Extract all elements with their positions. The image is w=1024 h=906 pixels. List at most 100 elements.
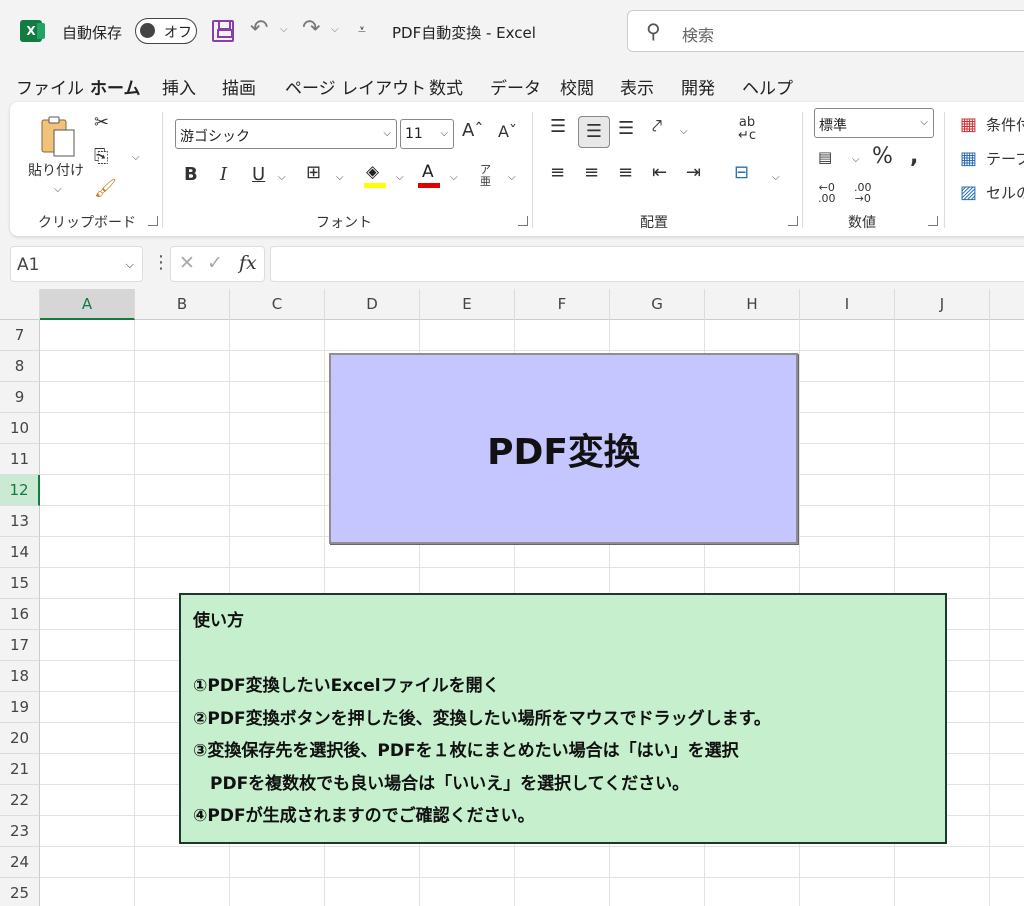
merge-center-icon[interactable]: ⊟ — [734, 162, 749, 183]
formula-input[interactable] — [270, 246, 1024, 282]
format-as-table-icon[interactable]: ▦ — [960, 148, 977, 169]
undo-dropdown-icon[interactable]: ⌵ — [280, 24, 288, 35]
number-launcher-icon[interactable] — [928, 216, 938, 226]
tab-draw[interactable]: 描画 — [222, 74, 256, 99]
bold-button[interactable]: B — [184, 164, 198, 185]
tab-insert[interactable]: 挿入 — [162, 74, 196, 99]
paste-button[interactable]: 貼り付け — [28, 160, 84, 180]
comma-style-icon[interactable]: , — [910, 144, 918, 169]
align-middle-icon[interactable]: ☰ — [578, 116, 610, 148]
paste-dropdown-icon[interactable]: ⌵ — [54, 184, 62, 195]
borders-icon[interactable]: ⊞ — [306, 162, 321, 183]
underline-button[interactable]: U — [252, 164, 265, 185]
tab-file[interactable]: ファイル — [16, 74, 84, 99]
fill-color-icon[interactable]: ◈ — [364, 162, 388, 188]
font-color-dropdown-icon[interactable]: ⌵ — [450, 172, 458, 183]
row-header[interactable]: 20 — [0, 723, 40, 754]
borders-dropdown-icon[interactable]: ⌵ — [336, 172, 344, 183]
cancel-icon[interactable]: ✕ — [179, 252, 195, 274]
column-header-c[interactable]: C — [230, 289, 325, 320]
decrease-decimal-icon[interactable]: .00 →0 — [854, 182, 872, 204]
increase-indent-icon[interactable]: ⇥ — [686, 162, 701, 183]
paste-icon[interactable] — [38, 114, 78, 158]
undo-icon[interactable]: ↶ — [250, 16, 268, 41]
redo-dropdown-icon[interactable]: ⌵ — [331, 24, 339, 35]
row-header[interactable]: 8 — [0, 351, 40, 382]
row-header[interactable]: 19 — [0, 692, 40, 723]
customize-qat-icon[interactable]: ⩡ — [358, 22, 366, 38]
row-header[interactable]: 10 — [0, 413, 40, 444]
format-as-table-button[interactable]: テーブ — [986, 148, 1024, 169]
font-launcher-icon[interactable] — [518, 216, 528, 226]
align-right-icon[interactable]: ≡ — [618, 162, 633, 183]
column-header-k[interactable] — [990, 289, 1024, 320]
align-center-icon[interactable]: ≡ — [584, 162, 599, 183]
column-header-i[interactable]: I — [800, 289, 895, 320]
cell-styles-icon[interactable]: ▨ — [960, 182, 977, 203]
row-header[interactable]: 13 — [0, 506, 40, 537]
phonetic-dropdown-icon[interactable]: ⌵ — [508, 172, 516, 183]
merge-dropdown-icon[interactable]: ⌵ — [772, 172, 780, 183]
decrease-indent-icon[interactable]: ⇤ — [652, 162, 667, 183]
increase-decimal-icon[interactable]: ←0.00 — [818, 182, 836, 204]
increase-font-size-icon[interactable]: Aˆ — [462, 120, 483, 141]
row-header[interactable]: 22 — [0, 785, 40, 816]
tab-formulas[interactable]: 数式 — [429, 74, 463, 99]
column-header-f[interactable]: F — [515, 289, 610, 320]
column-header-a[interactable]: A — [40, 289, 135, 320]
name-box[interactable]: A1 ⌵ — [10, 246, 143, 282]
cut-icon[interactable]: ✂ — [94, 112, 109, 133]
row-header[interactable]: 23 — [0, 816, 40, 847]
column-header-e[interactable]: E — [420, 289, 515, 320]
row-header[interactable]: 21 — [0, 754, 40, 785]
italic-button[interactable]: I — [220, 164, 227, 185]
row-header[interactable]: 9 — [0, 382, 40, 413]
tab-view[interactable]: 表示 — [620, 74, 654, 99]
column-header-h[interactable]: H — [705, 289, 800, 320]
underline-dropdown-icon[interactable]: ⌵ — [278, 172, 286, 183]
row-header[interactable]: 25 — [0, 878, 40, 906]
column-header-j[interactable]: J — [895, 289, 990, 320]
wrap-text-icon[interactable]: ab ↵c — [738, 116, 756, 142]
column-header-b[interactable]: B — [135, 289, 230, 320]
accounting-dropdown-icon[interactable]: ⌵ — [852, 154, 860, 165]
row-header[interactable]: 7 — [0, 320, 40, 351]
save-icon[interactable] — [212, 20, 234, 42]
row-header[interactable]: 14 — [0, 537, 40, 568]
cell-styles-button[interactable]: セルの — [986, 182, 1024, 203]
conditional-formatting-icon[interactable]: ▦ — [960, 114, 977, 135]
conditional-formatting-button[interactable]: 条件付 — [986, 114, 1024, 135]
row-header[interactable]: 11 — [0, 444, 40, 475]
more-options-icon[interactable]: ⋮ — [152, 252, 170, 273]
font-size-select[interactable]: 11 ⌵ — [400, 119, 454, 149]
row-header[interactable]: 18 — [0, 661, 40, 692]
autosave-toggle[interactable]: オフ — [135, 18, 197, 44]
fill-color-dropdown-icon[interactable]: ⌵ — [396, 172, 404, 183]
insert-function-icon[interactable]: fx — [239, 252, 257, 274]
row-header[interactable]: 24 — [0, 847, 40, 878]
column-header-d[interactable]: D — [325, 289, 420, 320]
select-all-corner[interactable] — [0, 289, 40, 320]
copy-dropdown-icon[interactable]: ⌵ — [132, 152, 140, 163]
align-left-icon[interactable]: ≡ — [550, 162, 565, 183]
align-top-icon[interactable]: ☰ — [550, 116, 566, 137]
tab-review[interactable]: 校閲 — [560, 74, 594, 99]
pdf-convert-button[interactable]: PDF変換 — [329, 353, 798, 544]
clipboard-launcher-icon[interactable] — [148, 216, 158, 226]
column-header-g[interactable]: G — [610, 289, 705, 320]
accounting-format-icon[interactable]: ▤ — [818, 148, 832, 166]
tab-developer[interactable]: 開発 — [681, 74, 715, 99]
tab-page-layout[interactable]: ページ レイアウト — [285, 74, 426, 99]
format-painter-icon[interactable]: 🖌 — [94, 178, 117, 199]
enter-icon[interactable]: ✓ — [207, 252, 223, 274]
row-header[interactable]: 17 — [0, 630, 40, 661]
font-name-select[interactable]: 游ゴシック ⌵ — [175, 119, 397, 149]
row-header[interactable]: 12 — [0, 475, 40, 506]
decrease-font-size-icon[interactable]: Aˇ — [498, 122, 517, 141]
align-bottom-icon[interactable]: ☰ — [618, 118, 634, 139]
orientation-icon[interactable]: ⤤ — [652, 116, 662, 137]
phonetic-guide-icon[interactable]: ア亜 — [480, 164, 491, 188]
row-header[interactable]: 16 — [0, 599, 40, 630]
font-color-icon[interactable]: A — [418, 162, 442, 188]
orientation-dropdown-icon[interactable]: ⌵ — [680, 126, 688, 137]
